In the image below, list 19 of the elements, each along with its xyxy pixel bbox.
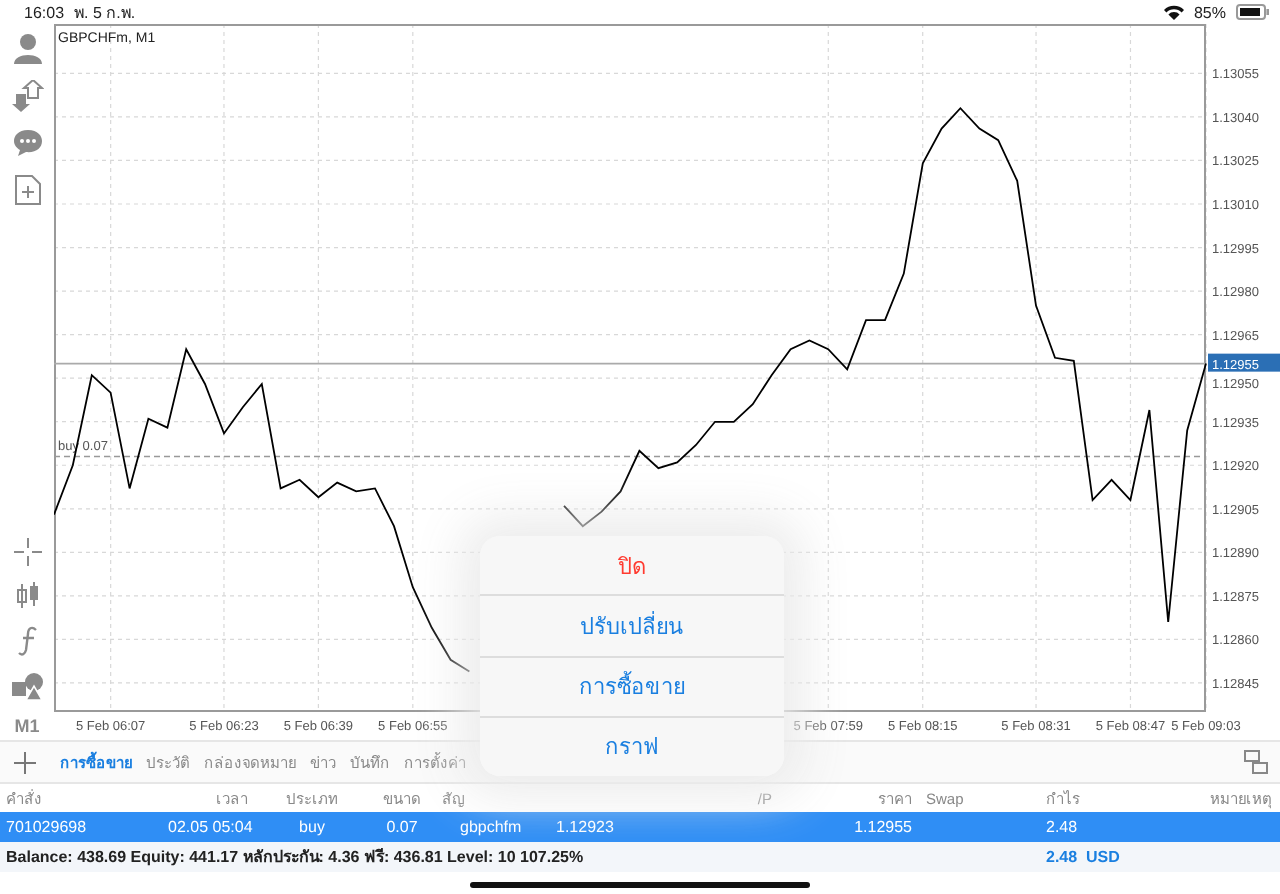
table-cell-text: 0.07 — [384, 818, 420, 836]
table-cell-text: buy — [297, 818, 327, 836]
menu-item[interactable]: ปรับเปลี่ยน — [480, 596, 784, 657]
table-cell-text: 02.05 05:04 — [168, 818, 255, 836]
table-cell-text: 1.12955 — [852, 818, 914, 836]
menu-item[interactable]: ปิด — [480, 536, 784, 597]
table-cell-text: 701029698 — [4, 818, 89, 836]
battery-percent: 85% — [1193, 3, 1226, 21]
menu-item[interactable]: การซื้อขาย — [480, 657, 784, 718]
timeframe-button[interactable]: M1 — [14, 716, 40, 736]
account-summary: Balance: 438.69 Equity: 441.17 หลักประกัน: 4.36 ฟรี: 436.81 Level: 10 107.25% — [4, 846, 586, 870]
table-cell-text: 2.48 — [1044, 818, 1080, 836]
position-row[interactable]: 701029698 02.05 05:04 buy 0.07 gbpchfm 1.12923 1.12955 2.48 — [0, 812, 1280, 842]
status-date: พ. 5 ก.พ. — [74, 1, 136, 25]
table-cell-text: 1.12923 — [554, 818, 616, 836]
total-profit: 2.48 USD — [1044, 848, 1122, 866]
menu-item[interactable]: กราฟ — [480, 717, 784, 776]
status-time: 16:03 — [24, 3, 65, 21]
table-cell-text: gbpchfm — [458, 818, 524, 836]
